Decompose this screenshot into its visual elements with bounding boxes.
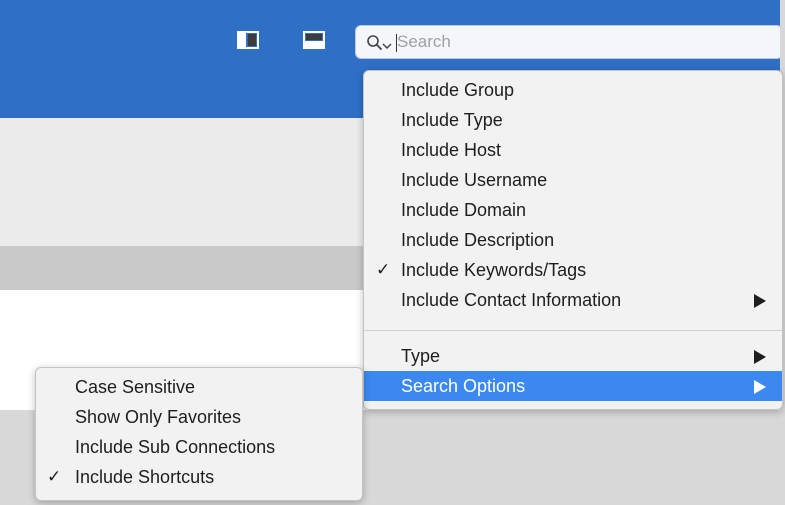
search-options-submenu: Case Sensitive Show Only Favorites Inclu…	[35, 367, 363, 501]
menu-item-label: Include Host	[401, 140, 502, 160]
submenu-arrow-icon	[754, 350, 766, 364]
menu-item-label: Include Type	[401, 110, 503, 130]
menu-item-include-keywords-tags[interactable]: ✓ Include Keywords/Tags	[364, 255, 782, 285]
menu-item-include-contact-information[interactable]: Include Contact Information	[364, 285, 782, 315]
submenu-arrow-icon	[754, 294, 766, 308]
menu-item-label: Type	[401, 346, 441, 366]
menu-item-label: Include Username	[401, 170, 548, 190]
submenu-arrow-icon	[754, 380, 766, 394]
menu-item-label: Include Group	[401, 80, 515, 100]
menu-item-include-domain[interactable]: Include Domain	[364, 195, 782, 225]
search-field[interactable]	[355, 25, 783, 59]
menu-item-search-options[interactable]: Search Options	[364, 371, 782, 401]
menu-item-include-host[interactable]: Include Host	[364, 135, 782, 165]
menu-item-label: Include Sub Connections	[75, 437, 276, 457]
app-window: Include Group Include Type Include Host …	[0, 0, 785, 505]
chevron-down-icon[interactable]	[382, 37, 392, 50]
search-input[interactable]	[397, 29, 767, 55]
menu-item-include-description[interactable]: Include Description	[364, 225, 782, 255]
menu-item-include-username[interactable]: Include Username	[364, 165, 782, 195]
submenu-item-case-sensitive[interactable]: Case Sensitive	[36, 372, 362, 402]
menu-item-include-type[interactable]: Include Type	[364, 105, 782, 135]
menu-item-label: Show Only Favorites	[75, 407, 242, 427]
menu-item-label: Include Description	[401, 230, 555, 250]
menu-item-label: Search Options	[401, 376, 526, 396]
menu-item-type[interactable]: Type	[364, 341, 782, 371]
submenu-item-show-only-favorites[interactable]: Show Only Favorites	[36, 402, 362, 432]
menu-item-label: Include Keywords/Tags	[401, 260, 587, 280]
menu-item-label: Include Domain	[401, 200, 527, 220]
checkmark-icon: ✓	[376, 260, 391, 279]
menu-separator	[364, 330, 782, 331]
sidebar-toggle-icon[interactable]	[237, 31, 259, 49]
menu-item-label: Case Sensitive	[75, 377, 196, 397]
submenu-item-include-sub-connections[interactable]: Include Sub Connections	[36, 432, 362, 462]
menu-item-include-group[interactable]: Include Group	[364, 75, 782, 105]
submenu-item-include-shortcuts[interactable]: ✓ Include Shortcuts	[36, 462, 362, 492]
bottom-panel-toggle-icon[interactable]	[303, 31, 325, 49]
search-filter-menu: Include Group Include Type Include Host …	[363, 70, 783, 410]
menu-item-label: Include Shortcuts	[75, 467, 215, 487]
menu-item-label: Include Contact Information	[401, 290, 622, 310]
checkmark-icon: ✓	[47, 467, 62, 486]
